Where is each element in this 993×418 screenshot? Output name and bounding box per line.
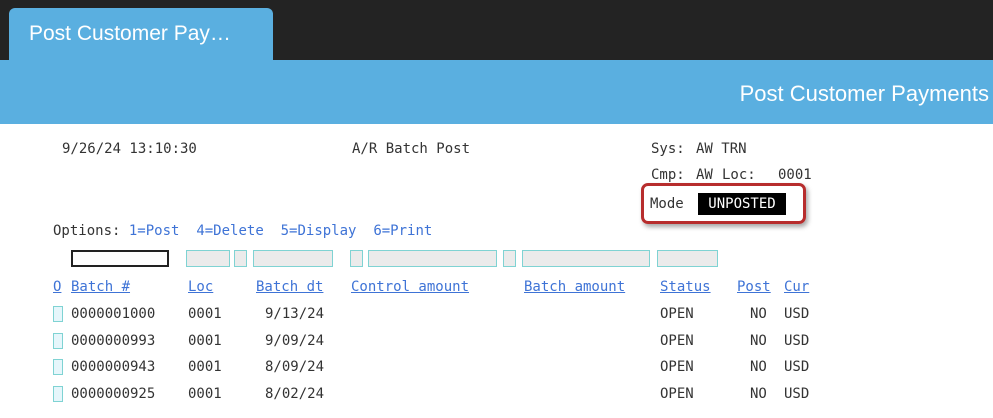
row-loc: 0001 bbox=[188, 306, 222, 322]
col-header-loc[interactable]: Loc bbox=[188, 278, 213, 296]
mode-label: Mode bbox=[650, 196, 684, 212]
option-delete[interactable]: 4=Delete bbox=[196, 223, 263, 239]
batch-date-filter-input[interactable] bbox=[253, 250, 333, 267]
page-title: Post Customer Payments bbox=[739, 81, 989, 106]
datetime: 9/26/24 13:10:30 bbox=[62, 141, 197, 157]
row-post: NO bbox=[750, 359, 767, 375]
row-batch-number: 0000000993 bbox=[71, 333, 156, 349]
batch-filter-input[interactable] bbox=[71, 250, 169, 267]
row-cur: USD bbox=[784, 333, 810, 349]
options-label: Options: bbox=[53, 223, 121, 239]
row-batch-number: 0000000925 bbox=[71, 386, 156, 402]
control-option-input[interactable] bbox=[350, 250, 363, 267]
cmp-label: Cmp: bbox=[651, 167, 685, 183]
col-header-batch-date[interactable]: Batch dt bbox=[256, 278, 323, 296]
col-header-batch-amount[interactable]: Batch amount bbox=[524, 278, 625, 296]
col-header-post[interactable]: Post bbox=[737, 278, 771, 296]
row-post: NO bbox=[750, 306, 767, 322]
row-loc: 0001 bbox=[188, 386, 222, 402]
date-option-input[interactable] bbox=[234, 250, 247, 267]
cmp-value: AW bbox=[696, 167, 713, 183]
row-post: NO bbox=[750, 333, 767, 349]
row-batch-number: 0000000943 bbox=[71, 359, 156, 375]
col-header-control-amount[interactable]: Control amount bbox=[351, 278, 469, 296]
row-status: OPEN bbox=[660, 359, 694, 375]
row-status: OPEN bbox=[660, 333, 694, 349]
col-header-status[interactable]: Status bbox=[660, 278, 711, 296]
row-option-input[interactable] bbox=[53, 333, 63, 349]
option-print[interactable]: 6=Print bbox=[373, 223, 432, 239]
row-batch-number: 0000001000 bbox=[71, 306, 156, 322]
title-banner: Post Customer Payments bbox=[0, 60, 993, 124]
loc-label: Loc: bbox=[722, 167, 756, 183]
row-post: NO bbox=[750, 386, 767, 402]
mode-value: UNPOSTED bbox=[698, 193, 786, 215]
row-batch-date: 9/09/24 bbox=[265, 333, 325, 349]
row-cur: USD bbox=[784, 386, 810, 402]
program-name: A/R Batch Post bbox=[352, 141, 471, 157]
col-header-batch[interactable]: Batch # bbox=[71, 278, 130, 296]
option-display[interactable]: 5=Display bbox=[281, 223, 357, 239]
row-status: OPEN bbox=[660, 386, 694, 402]
sys-value: AW TRN bbox=[696, 141, 747, 157]
row-loc: 0001 bbox=[188, 333, 222, 349]
status-filter-input[interactable] bbox=[657, 250, 718, 267]
row-batch-date: 9/13/24 bbox=[265, 306, 325, 322]
row-option-input[interactable] bbox=[53, 386, 63, 402]
row-batch-date: 8/09/24 bbox=[265, 359, 325, 375]
row-option-input[interactable] bbox=[53, 306, 63, 322]
col-header-cur[interactable]: Cur bbox=[784, 278, 809, 296]
option-post[interactable]: 1=Post bbox=[129, 223, 180, 239]
options-bar: Options: 1=Post 4=Delete 5=Display 6=Pri… bbox=[53, 222, 432, 240]
row-loc: 0001 bbox=[188, 359, 222, 375]
row-batch-date: 8/02/24 bbox=[265, 386, 325, 402]
batch-amount-filter-input[interactable] bbox=[522, 250, 650, 267]
loc-filter-input[interactable] bbox=[186, 250, 230, 267]
control-amount-filter-input[interactable] bbox=[368, 250, 497, 267]
sys-label: Sys: bbox=[651, 141, 685, 157]
loc-value: 0001 bbox=[778, 167, 812, 183]
row-status: OPEN bbox=[660, 306, 694, 322]
batch-amount-option-input[interactable] bbox=[503, 250, 516, 267]
col-header-option: O bbox=[53, 279, 62, 295]
tab-bar: Post Customer Pay… bbox=[0, 0, 993, 60]
row-cur: USD bbox=[784, 306, 810, 322]
row-option-input[interactable] bbox=[53, 359, 63, 375]
tab-post-customer-payments[interactable]: Post Customer Pay… bbox=[9, 8, 273, 60]
row-cur: USD bbox=[784, 359, 810, 375]
